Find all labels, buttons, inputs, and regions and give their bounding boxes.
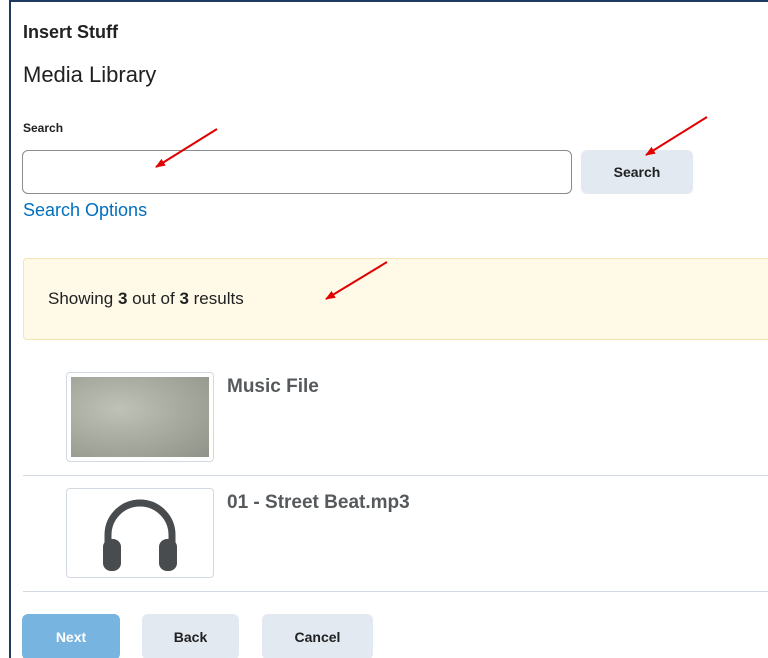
summary-total-count: 3 [179,289,189,308]
search-button[interactable]: Search [581,150,693,194]
results-summary-text: Showing 3 out of 3 results [48,289,244,309]
summary-prefix: Showing [48,289,114,308]
result-thumbnail[interactable] [66,372,214,462]
result-thumbnail[interactable] [66,488,214,578]
search-input[interactable] [22,150,572,194]
summary-suffix: results [193,289,244,308]
search-label: Search [23,121,64,135]
summary-middle: out of [132,289,175,308]
cancel-button[interactable]: Cancel [262,614,373,658]
image-thumbnail [71,377,209,457]
page-title: Media Library [23,62,157,87]
insert-stuff-dialog: Insert Stuff Media Library Search Search… [9,0,768,658]
summary-shown-count: 3 [117,289,128,308]
result-title[interactable]: 01 - Street Beat.mp3 [227,492,410,514]
next-button[interactable]: Next [22,614,120,658]
list-item[interactable]: 01 - Street Beat.mp3 [23,476,768,592]
results-summary-alert: Showing 3 out of 3 results [23,258,768,340]
search-options-link[interactable]: Search Options [23,200,147,221]
back-button[interactable]: Back [142,614,239,658]
result-title[interactable]: Music File [227,376,319,398]
headphones-icon [103,499,177,571]
dialog-title: Insert Stuff [23,22,119,42]
list-item[interactable]: Music File [23,360,768,476]
